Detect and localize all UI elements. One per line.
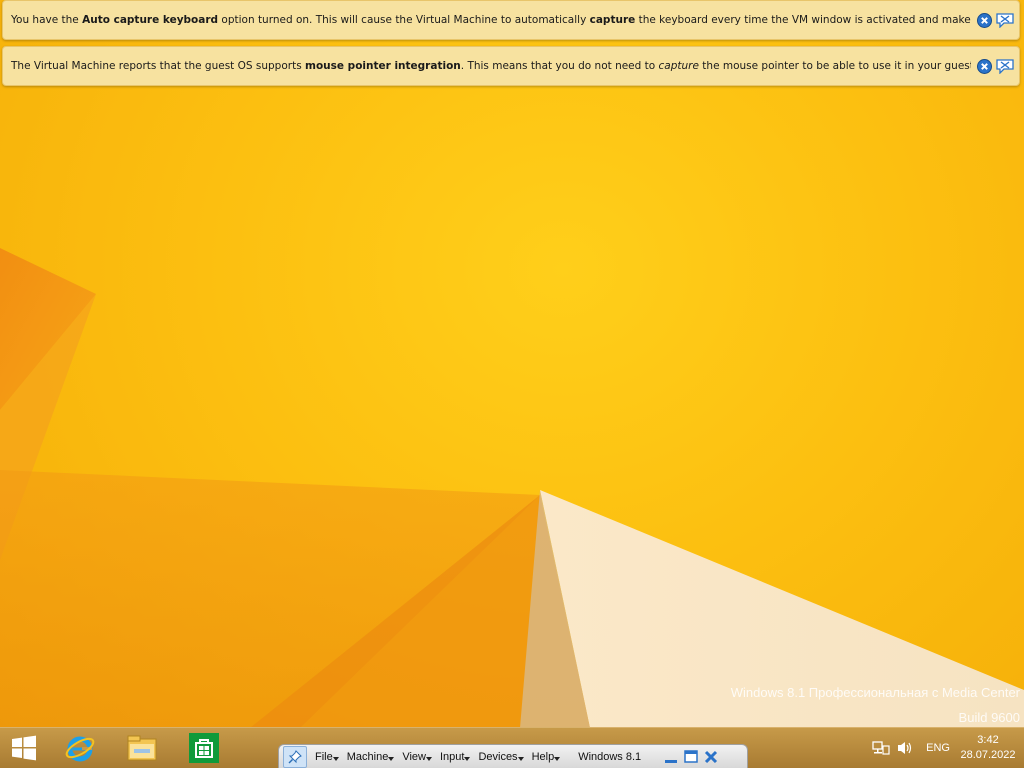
desktop (0, 0, 1024, 768)
start-icon (12, 735, 36, 761)
internet-explorer-button[interactable] (60, 730, 100, 766)
wallpaper-shapes (0, 248, 1024, 728)
internet-explorer-icon (65, 736, 95, 762)
notification-auto-capture: You have the Auto capture keyboard optio… (2, 0, 1020, 40)
close-icon (705, 750, 718, 763)
close-icon[interactable] (977, 59, 992, 74)
notification-message: You have the Auto capture keyboard optio… (11, 14, 971, 26)
menu-view[interactable]: View (402, 751, 432, 763)
dont-show-again-icon[interactable] (996, 13, 1014, 29)
message-segment: mouse pointer integration (305, 60, 461, 72)
message-segment: option turned on. This will cause the Vi… (218, 14, 590, 26)
network-icon[interactable] (872, 740, 890, 756)
message-segment: capture (589, 14, 636, 26)
dont-show-again-icon[interactable] (996, 59, 1014, 75)
menu-file[interactable]: File (315, 751, 339, 763)
menu-machine[interactable]: Machine (347, 751, 395, 763)
file-explorer-button[interactable] (122, 730, 162, 766)
start-button[interactable] (4, 730, 44, 766)
store-icon (189, 733, 219, 763)
exit-fullscreen-button[interactable] (683, 749, 699, 765)
vm-mini-toolbar: File Machine View Input Devices Help Win… (278, 744, 748, 768)
restore-window-icon (684, 749, 698, 763)
notification-mouse-integration: The Virtual Machine reports that the gue… (2, 46, 1020, 86)
clock-time: 3:42 (977, 734, 999, 746)
message-segment: . This means that you do not need to (460, 60, 659, 72)
language-indicator[interactable]: ENG (926, 742, 950, 754)
pin-icon (288, 749, 302, 763)
system-tray: ENG 3:42 28.07.2022 (872, 728, 1024, 768)
message-segment: Auto capture keyboard (82, 14, 219, 26)
close-vm-button[interactable] (703, 749, 719, 765)
clock-date: 28.07.2022 (960, 749, 1016, 761)
message-segment: the mouse pointer to be able to use it i… (702, 60, 971, 72)
volume-icon[interactable] (896, 740, 914, 756)
clock[interactable]: 3:42 28.07.2022 (958, 733, 1018, 763)
notification-message: The Virtual Machine reports that the gue… (11, 60, 971, 72)
store-button[interactable] (184, 730, 224, 766)
minimize-button[interactable] (663, 749, 679, 765)
message-segment: The Virtual Machine reports that the gue… (11, 60, 306, 72)
menu-devices[interactable]: Devices (478, 751, 524, 763)
pin-toolbar-button[interactable] (283, 745, 307, 768)
watermark-build: Build 9600 (958, 710, 1020, 725)
menu-input[interactable]: Input (440, 751, 471, 763)
file-explorer-icon (127, 735, 157, 761)
watermark-edition: Windows 8.1 Профессиональная с Media Cen… (730, 685, 1020, 700)
menu-help[interactable]: Help (532, 751, 561, 763)
message-segment: the keyboard every time the VM window is… (638, 14, 971, 26)
close-icon[interactable] (977, 13, 992, 28)
taskbar: ENG 3:42 28.07.2022 File Machine View In… (0, 727, 1024, 768)
minimize-icon (665, 759, 678, 763)
message-segment: capture (658, 60, 699, 72)
vm-name: Windows 8.1 (578, 750, 642, 763)
message-segment: You have the (11, 14, 83, 26)
